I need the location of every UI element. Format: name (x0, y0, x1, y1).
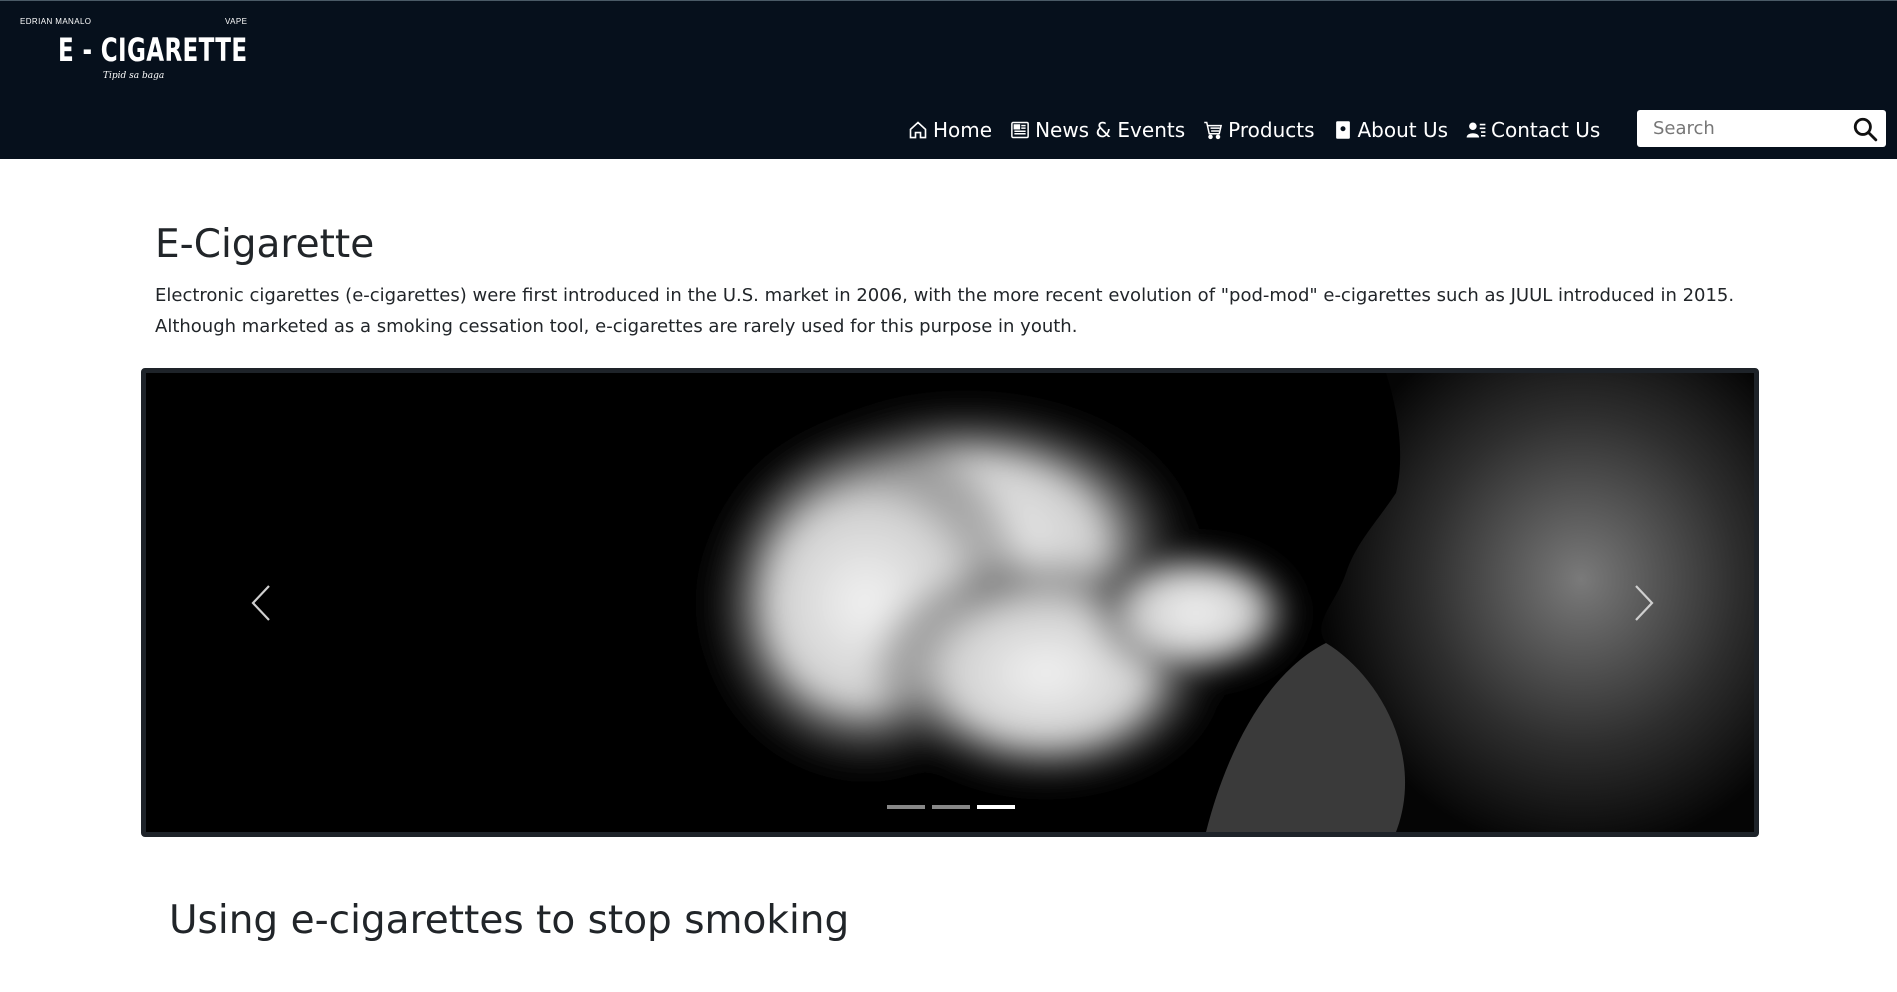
logo-tagline: Tipid sa baga (103, 71, 165, 81)
nav-label-products: Products (1228, 118, 1315, 142)
search-box (1637, 110, 1886, 147)
intro-paragraph: Electronic cigarettes (e-cigarettes) wer… (155, 285, 1735, 337)
chevron-left-icon (251, 585, 270, 621)
image-carousel (141, 368, 1759, 837)
logo-wordmark: E - CIGARETTE (58, 31, 248, 69)
carousel-indicators (887, 805, 1022, 809)
carousel-slide-image (146, 373, 1754, 832)
carousel-indicator[interactable] (887, 805, 925, 809)
nav-item-products[interactable]: Products (1203, 118, 1315, 142)
cart-icon (1204, 121, 1223, 140)
nav-label-home: Home (933, 118, 993, 142)
nav-item-home[interactable]: Home (908, 118, 992, 142)
newspaper-icon (1011, 121, 1029, 139)
nav-label-news-events: News & Events (1035, 118, 1186, 142)
nav-label-contact-us: Contact Us (1491, 118, 1601, 142)
person-lines-icon (1466, 122, 1486, 138)
page-title: E-Cigarette (155, 222, 375, 267)
carousel-next-button[interactable] (1614, 573, 1674, 633)
nav-item-news-events[interactable]: News & Events (1010, 118, 1185, 142)
main-nav: Home News & Events Products About Us Con… (908, 115, 1618, 145)
search-icon[interactable] (1852, 116, 1878, 142)
nav-item-about-us[interactable]: About Us (1333, 118, 1449, 142)
nav-label-about-us: About Us (1357, 118, 1449, 142)
logo-vape-text: VAPE (225, 17, 248, 26)
section-title: Using e-cigarettes to stop smoking (169, 898, 850, 943)
logo-author-text: EDRIAN MANALO (20, 17, 92, 26)
brand-logo[interactable]: EDRIAN MANALO VAPE E - CIGARETTE Tipid s… (18, 15, 250, 87)
carousel-prev-button[interactable] (231, 573, 291, 633)
navbar: EDRIAN MANALO VAPE E - CIGARETTE Tipid s… (0, 0, 1897, 159)
carousel-indicator[interactable] (932, 805, 970, 809)
search-input[interactable] (1645, 114, 1835, 143)
carousel-indicator-active[interactable] (977, 805, 1015, 809)
home-icon (909, 121, 927, 139)
chevron-right-icon (1635, 585, 1654, 621)
person-badge-icon (1335, 121, 1350, 139)
nav-item-contact-us[interactable]: Contact Us (1466, 118, 1600, 142)
